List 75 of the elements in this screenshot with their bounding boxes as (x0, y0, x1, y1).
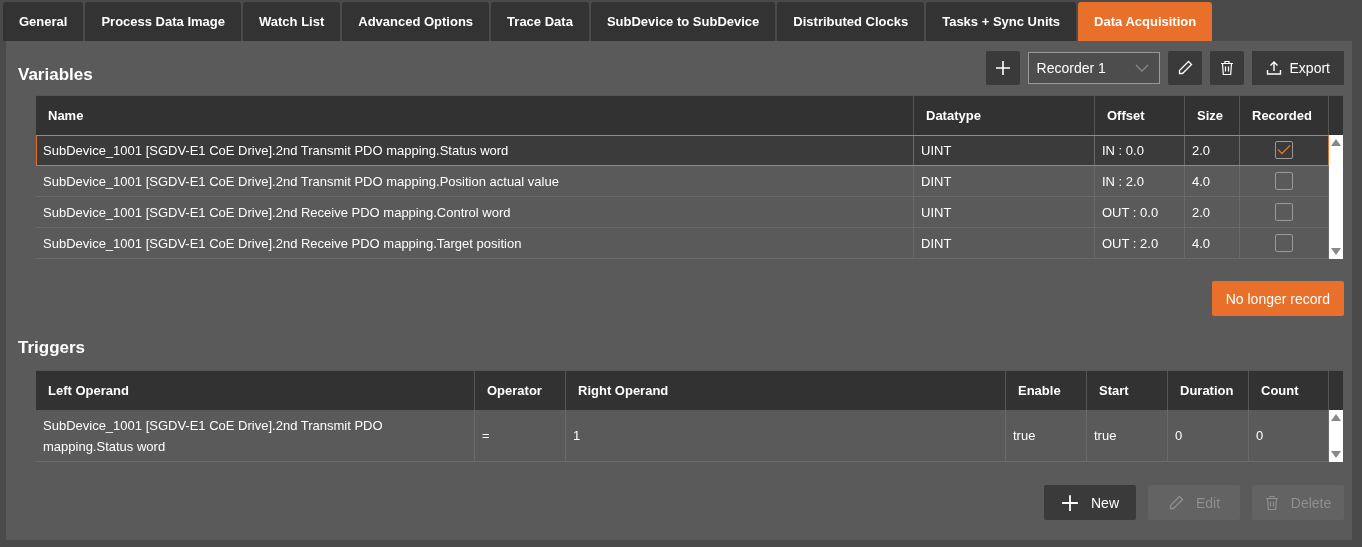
scrollbar[interactable] (1329, 135, 1343, 259)
table-cell: true (1087, 410, 1168, 462)
column-header[interactable]: Datatype (914, 95, 1095, 135)
table-cell: 2.0 (1185, 197, 1240, 228)
pencil-icon (1176, 60, 1193, 76)
table-cell: SubDevice_1001 [SGDV-E1 CoE Drive].2nd Transmit PDO mapping.Status word (36, 410, 475, 462)
table-cell: UINT (914, 197, 1095, 228)
section-title: Variables (18, 64, 93, 85)
table-cell: IN : 2.0 (1095, 166, 1185, 197)
checkbox[interactable] (1275, 141, 1293, 159)
scroll-up-icon[interactable] (1331, 139, 1341, 146)
tab[interactable]: Tasks + Sync Units (926, 2, 1077, 41)
checkbox[interactable] (1275, 172, 1293, 190)
column-header[interactable]: Duration (1168, 370, 1249, 410)
table-cell: SubDevice_1001 [SGDV-E1 CoE Drive].2nd Transmit PDO mapping.Status word (36, 135, 914, 166)
table-cell: = (475, 410, 566, 462)
table-cell: true (1006, 410, 1087, 462)
table-cell: DINT (914, 166, 1095, 197)
checkbox[interactable] (1275, 203, 1293, 221)
table-cell: 2.0 (1185, 135, 1240, 166)
scrollbar[interactable] (1329, 410, 1343, 462)
table-cell: SubDevice_1001 [SGDV-E1 CoE Drive].2nd Transmit PDO mapping.Position actual value (36, 166, 914, 197)
column-header[interactable]: Operator (475, 370, 566, 410)
table-row[interactable]: SubDevice_1001 [SGDV-E1 CoE Drive].2nd Transmit PDO mapping.Status word UINT IN : 0.0 2.0 (36, 135, 1329, 166)
column-header[interactable]: Start (1087, 370, 1168, 410)
header-filler (1329, 95, 1343, 135)
table-cell: OUT : 0.0 (1095, 197, 1185, 228)
table-cell: 0 (1168, 410, 1249, 462)
delete-button[interactable] (1209, 51, 1244, 85)
header-filler (1329, 370, 1343, 410)
scroll-down-icon[interactable] (1331, 451, 1341, 458)
tab[interactable]: Trace Data (491, 2, 589, 41)
column-header[interactable]: Left Operand (36, 370, 475, 410)
table-row[interactable]: SubDevice_1001 [SGDV-E1 CoE Drive].2nd Receive PDO mapping.Target position DINT OUT : 2.0 4.0 (36, 228, 1329, 259)
tab[interactable]: SubDevice to SubDevice (590, 2, 776, 41)
tab[interactable]: Process Data Image (85, 2, 241, 41)
new-button[interactable]: New (1044, 485, 1136, 520)
plus-icon (1061, 493, 1079, 512)
edit-button[interactable] (1167, 51, 1202, 85)
column-header[interactable]: Size (1185, 95, 1240, 135)
upload-icon (1265, 60, 1282, 76)
table-cell: SubDevice_1001 [SGDV-E1 CoE Drive].2nd Receive PDO mapping.Target position (36, 228, 914, 259)
export-button[interactable]: Export (1251, 51, 1344, 85)
column-header[interactable]: Recorded (1240, 95, 1329, 135)
table-cell: OUT : 2.0 (1095, 228, 1185, 259)
tab[interactable]: Advanced Options (342, 2, 490, 41)
column-header[interactable]: Offset (1095, 95, 1185, 135)
tab[interactable]: General (3, 2, 84, 41)
table-cell: DINT (914, 228, 1095, 259)
chevron-down-icon (1134, 64, 1149, 72)
table-cell: 1 (566, 410, 1006, 462)
add-button[interactable] (985, 51, 1020, 85)
column-header[interactable]: Name (36, 95, 914, 135)
tab[interactable]: Watch List (243, 2, 341, 41)
scroll-down-icon[interactable] (1331, 248, 1341, 255)
scroll-up-icon[interactable] (1331, 414, 1341, 421)
table-cell: 4.0 (1185, 166, 1240, 197)
section-title: Triggers (18, 337, 87, 359)
pencil-icon (1167, 494, 1184, 511)
column-header[interactable]: Enable (1006, 370, 1087, 410)
table-row[interactable]: SubDevice_1001 [SGDV-E1 CoE Drive].2nd Transmit PDO mapping.Position actual value DINT IN : 2.0 4.0 (36, 166, 1329, 197)
table-cell: SubDevice_1001 [SGDV-E1 CoE Drive].2nd Receive PDO mapping.Control word (36, 197, 914, 228)
table-cell: UINT (914, 135, 1095, 166)
trash-icon (1219, 60, 1234, 76)
table-cell: 4.0 (1185, 228, 1240, 259)
tab[interactable]: Distributed Clocks (777, 2, 925, 41)
table-row[interactable]: SubDevice_1001 [SGDV-E1 CoE Drive].2nd Transmit PDO mapping.Status word = 1 true true 0 0 (36, 410, 1329, 462)
plus-icon (994, 60, 1011, 76)
column-header[interactable]: Right Operand (566, 370, 1006, 410)
recorder-dropdown[interactable]: Recorder 1 (1027, 52, 1160, 84)
table-cell: IN : 0.0 (1095, 135, 1185, 166)
checkbox[interactable] (1275, 234, 1293, 252)
column-header[interactable]: Count (1249, 370, 1329, 410)
trash-icon (1264, 494, 1279, 511)
table-row[interactable]: SubDevice_1001 [SGDV-E1 CoE Drive].2nd Receive PDO mapping.Control word UINT OUT : 0.0 2.0 (36, 197, 1329, 228)
